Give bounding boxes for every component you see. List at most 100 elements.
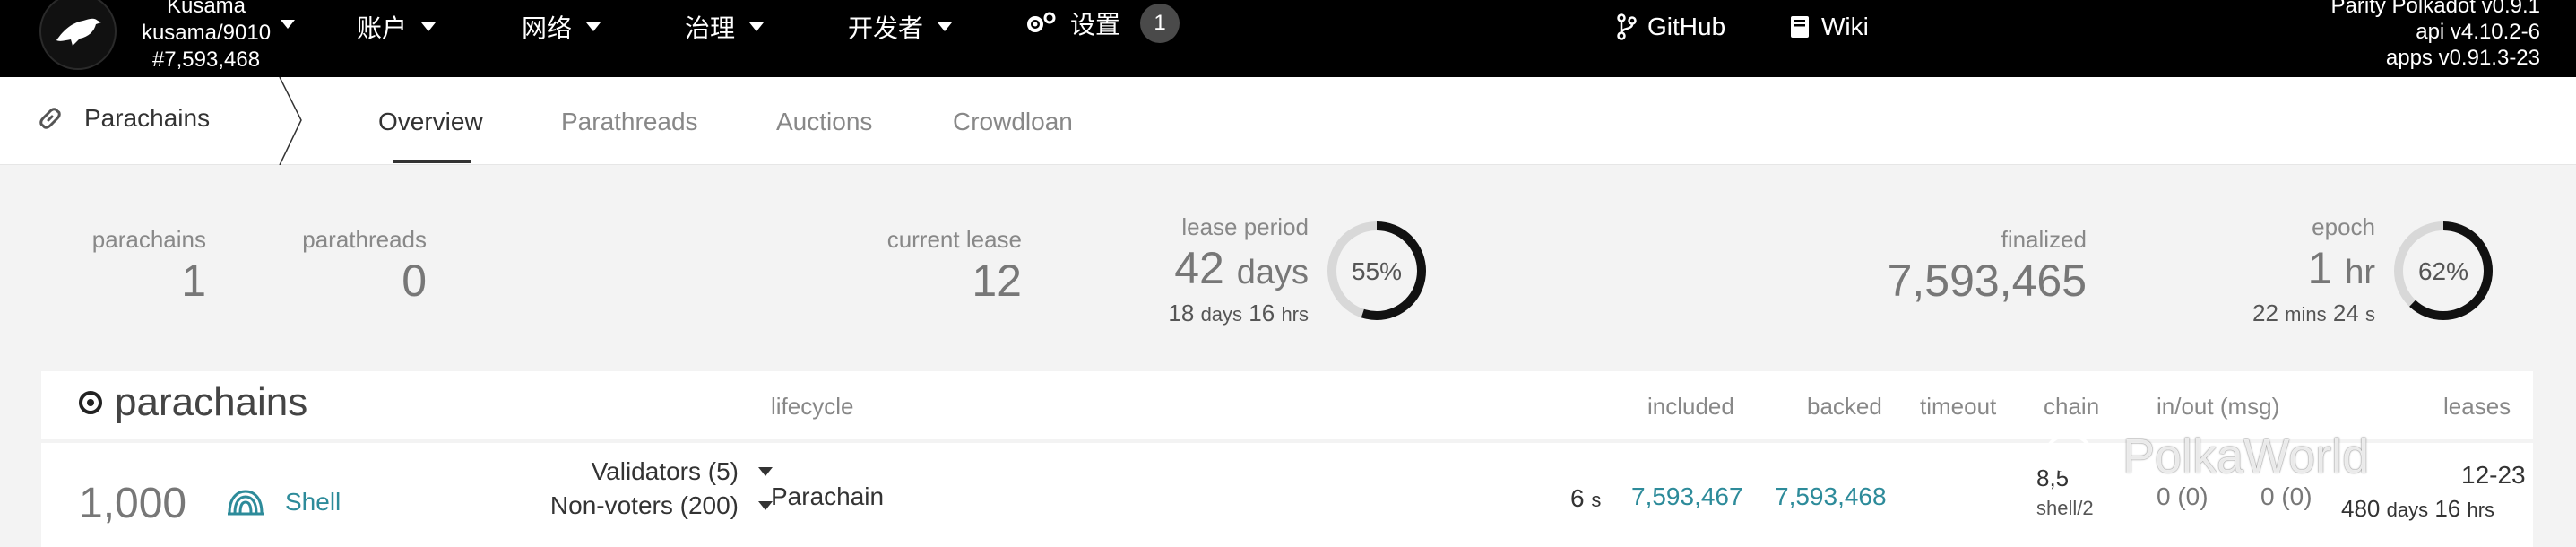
summary-panel: parachains 1 parathreads 0 current lease… (0, 165, 2576, 371)
top-bar: Kusama kusama/9010 #7,593,468 账户 网络 治理 开… (0, 0, 2576, 77)
nonvoters-label: Non-voters (200) (549, 491, 739, 519)
nav-settings[interactable]: 设置 1 (1025, 4, 1180, 43)
inout-messages-in: 0 (0) (2157, 482, 2209, 510)
chevron-down-icon (749, 22, 765, 31)
settings-badge: 1 (1140, 4, 1180, 43)
tab-auctions[interactable]: Auctions (776, 108, 872, 136)
tab-parathreads[interactable]: Parathreads (561, 108, 698, 136)
chain-name: Kusama (166, 0, 246, 18)
last-included-time: 6 s (1570, 484, 1601, 513)
tab-crowdloan[interactable]: Crowdloan (953, 108, 1073, 136)
backed-block-link[interactable]: 7,593,468 (1775, 482, 1887, 511)
column-header-lifecycle: lifecycle (771, 393, 854, 420)
included-block-link[interactable]: 7,593,467 (1631, 482, 1743, 511)
summary-value: 1 hr (2196, 241, 2375, 300)
validators-label: Validators (5) (591, 457, 739, 485)
nav-accounts-label: 账户 (357, 14, 408, 42)
kusama-logo[interactable] (39, 0, 117, 70)
nav-developer[interactable]: 开发者 (848, 11, 953, 43)
summary-value: 1 (181, 256, 206, 306)
parachain-id: 1,000 (79, 480, 187, 527)
sub-unit: s (2365, 303, 2375, 326)
lease-hrs-unit: hrs (2467, 499, 2495, 521)
table-header: parachains lifecycle included backed tim… (41, 371, 2533, 443)
nav-network-label: 网络 (522, 14, 573, 42)
parachain-name-link[interactable]: Shell (226, 486, 341, 518)
summary-value-unit: hr (2345, 254, 2375, 291)
epoch-percent: 62% (2418, 257, 2468, 285)
summary-label: current lease (886, 226, 1022, 253)
summary-subvalue: 22 mins 24 s (2196, 300, 2375, 327)
column-header-inout: in/out (msg) (2157, 393, 2280, 420)
column-header-backed: backed (1807, 393, 1882, 420)
summary-subvalue: 18 days 16 hrs (1129, 300, 1309, 327)
shell-chain-icon (228, 490, 264, 516)
sub-number: 16 (1249, 300, 1275, 326)
github-link[interactable]: GitHub (1617, 11, 1725, 43)
apps-version-text: apps v0.91.3-23 (2385, 46, 2540, 70)
table-title-label: parachains (115, 380, 308, 424)
chevron-down-icon (938, 22, 953, 31)
summary-parachains: parachains 1 (81, 226, 206, 308)
active-tab-indicator (393, 160, 471, 163)
nav-network[interactable]: 网络 (522, 11, 601, 43)
nav-governance-label: 治理 (685, 14, 736, 42)
nav-developer-label: 开发者 (848, 14, 924, 42)
nonvoters-toggle[interactable]: Non-voters (200) (471, 491, 773, 520)
inout-messages-out: 0 (0) (2260, 482, 2312, 510)
lease-days: 480 (2341, 495, 2381, 522)
summary-value-number: 42 (1174, 243, 1224, 293)
summary-value-number: 1 (2307, 243, 2333, 293)
wiki-link[interactable]: Wiki (1789, 11, 1869, 43)
table-row: 1,000 Shell Validators (5) Non-voters (2… (41, 447, 2533, 547)
table-title: parachains (79, 380, 307, 425)
nav-governance[interactable]: 治理 (685, 11, 765, 43)
summary-value: 0 (402, 256, 427, 306)
sub-number: 18 (1168, 300, 1195, 326)
nav-accounts[interactable]: 账户 (357, 11, 437, 43)
chain-spec: shell/2 (2036, 497, 2094, 519)
tab-overview[interactable]: Overview (378, 108, 483, 136)
breadcrumb-separator-icon (279, 77, 302, 165)
api-version-text: api v4.10.2-6 (2416, 20, 2540, 44)
lifecycle-value: Parachain (771, 482, 885, 510)
summary-value: 7,593,465 (1887, 256, 2087, 306)
node-version-text: Parity Polkadot v0.9.1 (2330, 0, 2540, 18)
summary-finalized: finalized 7,593,465 (1846, 226, 2087, 308)
parachains-table: parachains lifecycle included backed tim… (41, 371, 2533, 547)
summary-label: parathreads (302, 226, 427, 253)
gear-icon (1027, 12, 1056, 32)
chevron-down-icon[interactable] (280, 18, 296, 30)
github-label: GitHub (1647, 13, 1726, 40)
nav-settings-label: 设置 (1070, 11, 1121, 39)
summary-epoch: epoch 1 hr 22 mins 24 s (2196, 213, 2375, 327)
chevron-down-icon (586, 22, 601, 31)
lease-period-percent: 55% (1352, 257, 1402, 285)
summary-label: parachains (91, 226, 206, 253)
summary-current-lease: current lease 12 (860, 226, 1022, 308)
validators-toggle[interactable]: Validators (5) (471, 457, 773, 486)
lease-hrs: 16 (2434, 495, 2461, 522)
sub-number: 22 (2252, 300, 2278, 326)
time-unit: s (1591, 489, 1602, 511)
epoch-progress-ring: 62% (2394, 221, 2493, 320)
column-header-timeout: timeout (1920, 393, 1997, 420)
column-header-included: included (1647, 393, 1734, 420)
section-title-label: Parachains (84, 104, 211, 132)
column-header-leases: leases (2443, 393, 2511, 420)
summary-parathreads: parathreads 0 (287, 226, 427, 308)
sub-unit: hrs (1281, 303, 1309, 326)
code-branch-icon (1617, 13, 1637, 40)
parachain-name-label: Shell (285, 488, 341, 516)
version-info: Parity Polkadot v0.9.1 api v4.10.2-6 app… (2331, 0, 2540, 71)
summary-value: 12 (972, 256, 1022, 306)
sub-unit: mins (2285, 303, 2327, 326)
chevron-down-icon (421, 22, 437, 31)
summary-label: epoch (2312, 213, 2375, 240)
chevron-down-icon (758, 467, 773, 476)
block-number: #7,593,468 (151, 48, 261, 72)
summary-value: 42 days (1129, 241, 1309, 300)
summary-label: lease period (1181, 213, 1309, 240)
book-icon (1791, 16, 1809, 38)
chain-selector[interactable]: Kusama kusama/9010 #7,593,468 (134, 0, 278, 74)
